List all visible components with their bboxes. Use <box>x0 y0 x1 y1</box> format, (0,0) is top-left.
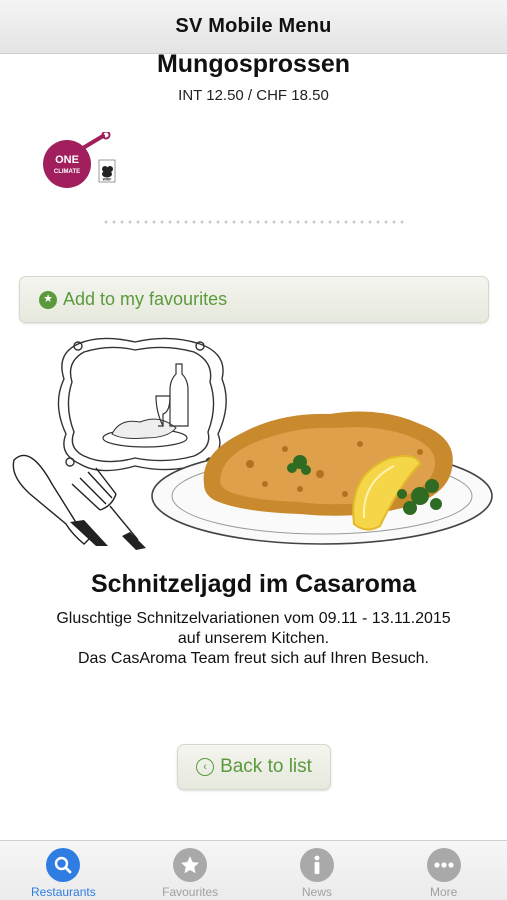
svg-text:ONE: ONE <box>55 154 79 166</box>
tab-favourites[interactable]: Favourites <box>127 841 254 900</box>
tab-restaurants[interactable]: Restaurants <box>0 841 127 900</box>
star-icon <box>173 848 208 882</box>
tab-news[interactable]: News <box>254 841 381 900</box>
tab-label: Restaurants <box>31 885 96 899</box>
promo-description: Gluschtige Schnitzelvariationen vom 09.1… <box>10 609 497 669</box>
star-icon: ★ <box>39 290 57 309</box>
promo-line: Gluschtige Schnitzelvariationen vom 09.1… <box>56 610 451 627</box>
tab-label: Favourites <box>162 885 219 899</box>
more-icon <box>426 848 461 882</box>
promo-line: auf unserem Kitchen. <box>177 630 330 647</box>
info-icon <box>299 848 334 882</box>
navigation-bar: SV Mobile Menu <box>0 0 507 54</box>
one-climate-logo: ONE CLIMATE WWF <box>43 132 116 188</box>
chevron-left-icon: ‹ <box>196 758 215 776</box>
add-to-favourites-button[interactable]: ★ Add to my favourites <box>19 276 489 323</box>
dotted-separator <box>102 220 406 224</box>
nav-title: SV Mobile Menu <box>175 15 332 37</box>
schnitzel-promo-image <box>12 337 493 550</box>
tab-label: More <box>429 885 458 899</box>
search-icon <box>46 848 81 882</box>
dish-price: INT 12.50 / CHF 18.50 <box>178 87 329 104</box>
promo-line: Das CasAroma Team freut sich auf Ihren B… <box>78 650 429 667</box>
dish-name: Mungosprossen <box>156 54 351 78</box>
promo-title: Schnitzeljagd im Casaroma <box>90 570 417 598</box>
back-to-list-button[interactable]: ‹ Back to list <box>177 744 331 790</box>
svg-text:CLIMATE: CLIMATE <box>54 169 80 175</box>
back-to-list-label: Back to list <box>220 756 312 777</box>
tab-more[interactable]: More <box>380 841 507 900</box>
tab-label: News <box>301 885 332 899</box>
svg-text:WWF: WWF <box>103 178 113 182</box>
tab-bar: Restaurants Favourites News More <box>0 840 507 900</box>
add-to-favourites-label: Add to my favourites <box>63 289 228 309</box>
detail-content[interactable]: Mungosprossen INT 12.50 / CHF 18.50 ONE … <box>0 54 507 840</box>
